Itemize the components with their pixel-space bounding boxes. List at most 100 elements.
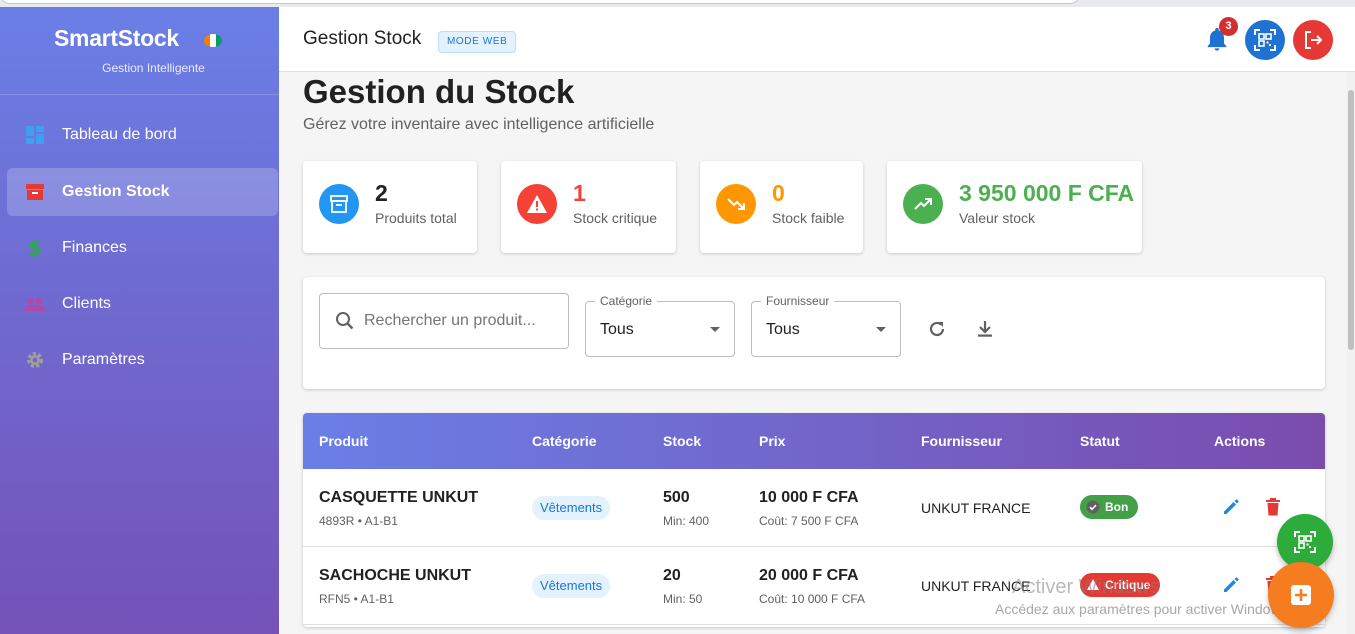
sidebar-item-label: Gestion Stock [62,183,170,200]
category-select-value: Tous [600,321,634,338]
product-reference: RFN5 • A1-B1 [319,592,394,606]
sidebar-item-label: Finances [62,239,127,256]
sidebar-item-settings[interactable]: Paramètres [7,336,278,384]
sidebar-item-label: Paramètres [62,351,145,368]
check-circle-icon [1086,500,1100,514]
sidebar-item-clients[interactable]: Clients [7,280,278,328]
edit-pencil-icon [1224,577,1239,592]
add-product-fab-button[interactable] [1268,562,1334,628]
status-badge: Bon [1080,495,1139,519]
scrollbar-thumb[interactable] [1348,90,1354,350]
ivory-coast-flag-icon [204,34,222,47]
qr-scan-icon [1254,29,1276,51]
main-content: Gestion du Stock Gérez votre inventaire … [279,72,1355,634]
mode-web-chip: MODE WEB [438,31,517,53]
windows-activation-title: Activer Windows [1012,576,1160,598]
page-title: Gestion du Stock [303,73,575,110]
stat-label: Produits total [375,210,457,226]
sale-price: 20 000 F CFA [759,567,859,584]
stock-quantity: 20 [663,567,681,584]
column-header: Catégorie [532,433,597,449]
column-header: Actions [1214,433,1266,449]
trending-down-icon [716,184,756,224]
stat-value: 1 [573,180,586,206]
edit-pencil-icon [1224,499,1239,514]
brand-name: SmartStock [54,25,179,51]
stat-label: Stock critique [573,210,658,226]
download-button[interactable] [971,315,999,343]
column-header: Fournisseur [921,433,1002,449]
page-header-title: Gestion Stock [303,28,422,49]
chevron-down-icon [710,327,720,332]
edit-button[interactable] [1220,574,1242,596]
stock-minimum: Min: 50 [663,592,703,606]
search-field[interactable] [319,293,569,349]
delete-button[interactable] [1262,496,1284,518]
stock-quantity: 500 [663,489,690,506]
stat-label: Stock faible [772,210,845,226]
notification-count-badge: 3 [1219,17,1238,36]
category-select[interactable]: Catégorie Tous [585,294,735,357]
supplier-select[interactable]: Fournisseur Tous [751,294,901,357]
product-reference: 4893R • A1-B1 [319,514,398,528]
archive-icon [319,184,359,224]
trending-up-icon [903,184,943,224]
add-box-icon [1291,585,1311,605]
dollar-icon: $ [28,236,42,260]
search-input[interactable] [364,308,559,334]
column-header: Stock [663,433,702,449]
sidebar: SmartStock Gestion Intelligente Tableau … [0,7,279,634]
sidebar-item-stock[interactable]: Gestion Stock [7,168,278,216]
brand-tagline: Gestion Intelligente [102,61,205,75]
table-row[interactable]: CASQUETTE UNKUT 4893R • A1-B1 Vêtements … [303,469,1325,547]
table-header: Produit Catégorie Stock Prix Fournisseur… [303,413,1325,469]
top-app-bar: Gestion Stock MODE WEB 3 [279,7,1355,72]
sale-price: 10 000 F CFA [759,489,859,506]
stat-label: Valeur stock [959,210,1035,226]
page-subtitle: Gérez votre inventaire avec intelligence… [303,116,655,133]
category-select-label: Catégorie [595,294,658,308]
stat-card-total-products: 2 Produits total [303,161,477,253]
sidebar-item-dashboard[interactable]: Tableau de bord [7,111,278,159]
category-chip: Vêtements [532,496,611,520]
cost-price: Coût: 10 000 F CFA [759,592,866,606]
product-name: CASQUETTE UNKUT [319,489,479,506]
brand-header: SmartStock Gestion Intelligente [0,7,279,95]
edit-button[interactable] [1220,496,1242,518]
product-name: SACHOCHE UNKUT [319,567,471,584]
search-icon [336,312,354,330]
status-label: Bon [1105,500,1129,514]
supplier-select-value: Tous [766,321,800,338]
warning-icon [517,184,557,224]
logout-button[interactable] [1293,20,1333,60]
stat-card-stock-value: 3 950 000 F CFA Valeur stock [887,161,1142,253]
sidebar-item-label: Tableau de bord [62,126,177,143]
stat-card-low-stock: 0 Stock faible [700,161,863,253]
trash-icon [1266,498,1280,516]
chevron-down-icon [876,327,886,332]
column-header: Prix [759,433,786,449]
scrollbar[interactable] [1347,72,1355,634]
supplier-select-label: Fournisseur [761,294,835,308]
sidebar-item-label: Clients [62,295,111,312]
browser-address-strip [0,0,1355,7]
qr-scan-icon [1294,531,1316,553]
dashboard-icon [24,124,46,146]
address-bar[interactable] [0,0,1080,4]
stat-value: 2 [375,180,388,206]
stock-minimum: Min: 400 [663,514,710,528]
qr-scan-button[interactable] [1245,20,1285,60]
cost-price: Coût: 7 500 F CFA [759,514,859,528]
refresh-icon [929,321,945,337]
gear-icon [24,349,46,371]
products-table: Produit Catégorie Stock Prix Fournisseur… [303,413,1325,627]
download-icon [978,321,992,337]
filter-panel: Catégorie Tous Fournisseur Tous [303,277,1325,389]
category-chip: Vêtements [532,574,611,598]
inventory-box-icon [24,181,46,203]
sidebar-item-finances[interactable]: $ Finances [7,224,278,272]
windows-activation-subtitle: Accédez aux paramètres pour activer Wind… [995,601,1292,617]
logout-icon [1305,31,1323,49]
refresh-button[interactable] [923,315,951,343]
stat-value: 0 [772,180,785,206]
